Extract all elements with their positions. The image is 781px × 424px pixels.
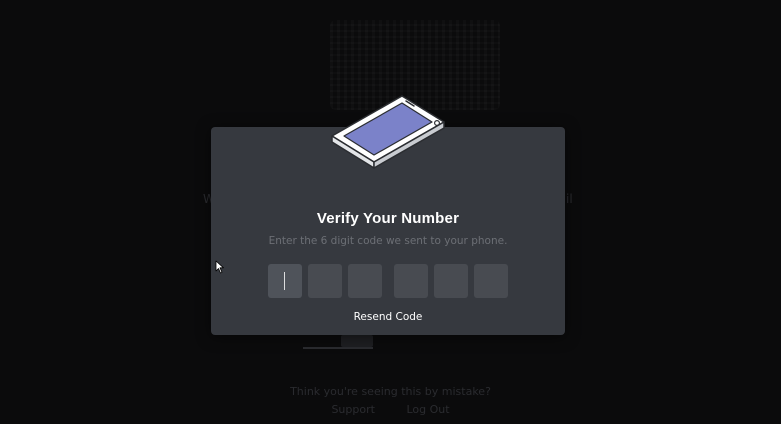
background-device-graphic — [303, 333, 373, 349]
modal-subtitle: Enter the 6 digit code we sent to your p… — [268, 235, 508, 247]
background-text-right: il — [566, 192, 573, 206]
background-device-button — [341, 335, 373, 347]
background-footer: Think you're seeing this by mistake? Sup… — [0, 383, 781, 419]
support-link[interactable]: Support — [331, 403, 374, 416]
code-digit-4-input[interactable] — [394, 264, 428, 298]
code-digit-1-input[interactable] — [268, 264, 302, 298]
phone-icon — [331, 95, 445, 169]
modal-title: Verify Your Number — [316, 210, 460, 227]
resend-code-link[interactable]: Resend Code — [211, 311, 565, 323]
text-caret — [284, 272, 285, 290]
code-digit-6-input[interactable] — [474, 264, 508, 298]
code-digit-3-input[interactable] — [348, 264, 382, 298]
mouse-cursor-icon — [215, 260, 224, 274]
footer-question: Think you're seeing this by mistake? — [290, 385, 491, 398]
log-out-link[interactable]: Log Out — [406, 403, 449, 416]
code-digit-2-input[interactable] — [308, 264, 342, 298]
code-digit-5-input[interactable] — [434, 264, 468, 298]
